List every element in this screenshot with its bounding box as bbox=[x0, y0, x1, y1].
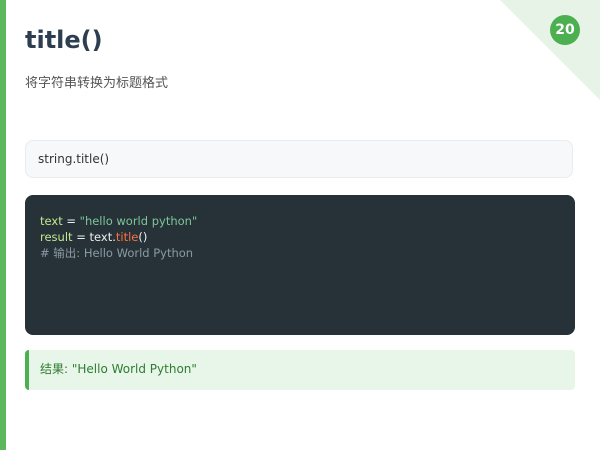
code-block: text = "hello world python" result = tex… bbox=[25, 195, 575, 335]
code-line-3: # 输出: Hello World Python bbox=[40, 245, 560, 261]
code-line-1: text = "hello world python" bbox=[40, 213, 560, 229]
syntax-box: string.title() bbox=[25, 140, 573, 178]
left-accent-bar bbox=[0, 0, 6, 450]
code-comment: # 输出: Hello World Python bbox=[40, 246, 194, 260]
page-number-badge: 20 bbox=[550, 15, 580, 45]
result-box: 结果: "Hello World Python" bbox=[25, 350, 575, 390]
code-object: text. bbox=[89, 230, 116, 244]
code-variable: text bbox=[40, 214, 63, 228]
code-operator: = bbox=[72, 230, 90, 244]
corner-decoration bbox=[500, 0, 600, 100]
code-method: title bbox=[115, 230, 139, 244]
code-operator: = bbox=[62, 214, 80, 228]
page-title: title() bbox=[25, 26, 103, 54]
code-string: "hello world python" bbox=[79, 214, 198, 228]
code-variable: result bbox=[40, 230, 73, 244]
code-line-2: result = text.title() bbox=[40, 229, 560, 245]
code-call-parens: () bbox=[138, 230, 148, 244]
page-subtitle: 将字符串转换为标题格式 bbox=[25, 76, 169, 91]
